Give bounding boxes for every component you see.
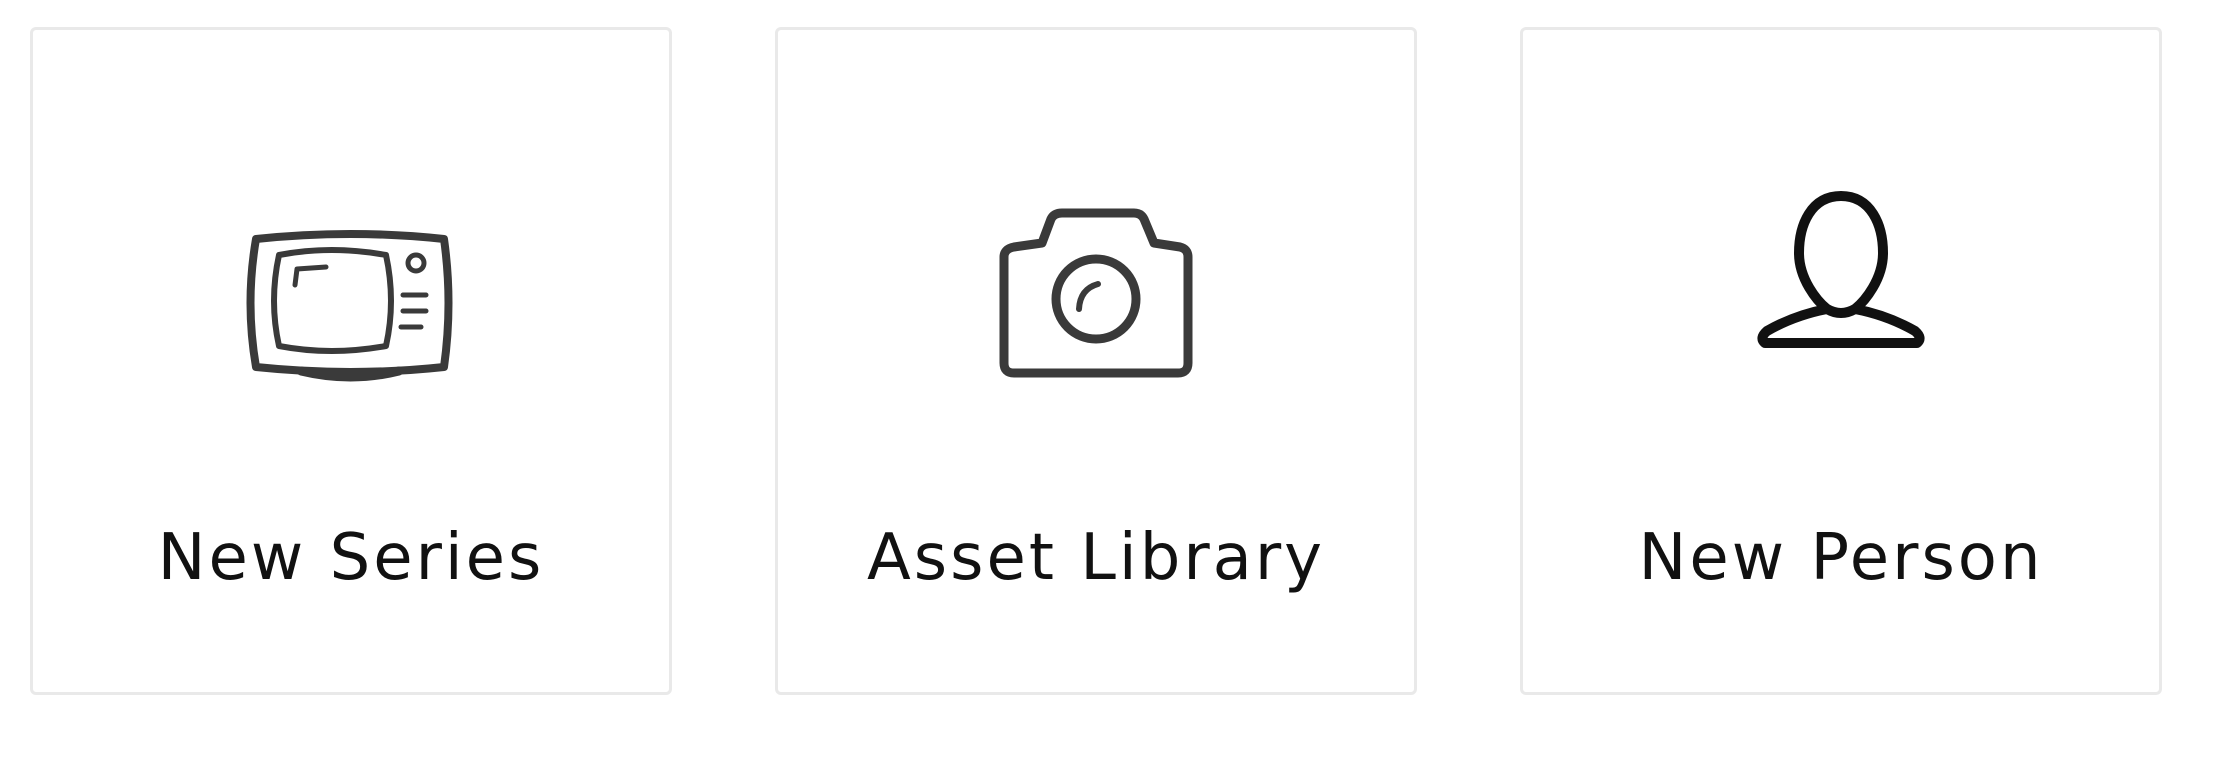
new-series-label: New Series: [157, 521, 545, 595]
tv-icon: [231, 183, 471, 423]
new-series-tile[interactable]: New Series: [30, 27, 672, 695]
tile-grid: New Series Asset Library New Person: [30, 27, 2162, 695]
camera-icon: [976, 183, 1216, 423]
new-person-tile[interactable]: New Person: [1520, 27, 2162, 695]
person-icon: [1721, 183, 1961, 423]
asset-library-label: Asset Library: [866, 521, 1326, 595]
asset-library-tile[interactable]: Asset Library: [775, 27, 1417, 695]
new-person-label: New Person: [1638, 521, 2044, 595]
